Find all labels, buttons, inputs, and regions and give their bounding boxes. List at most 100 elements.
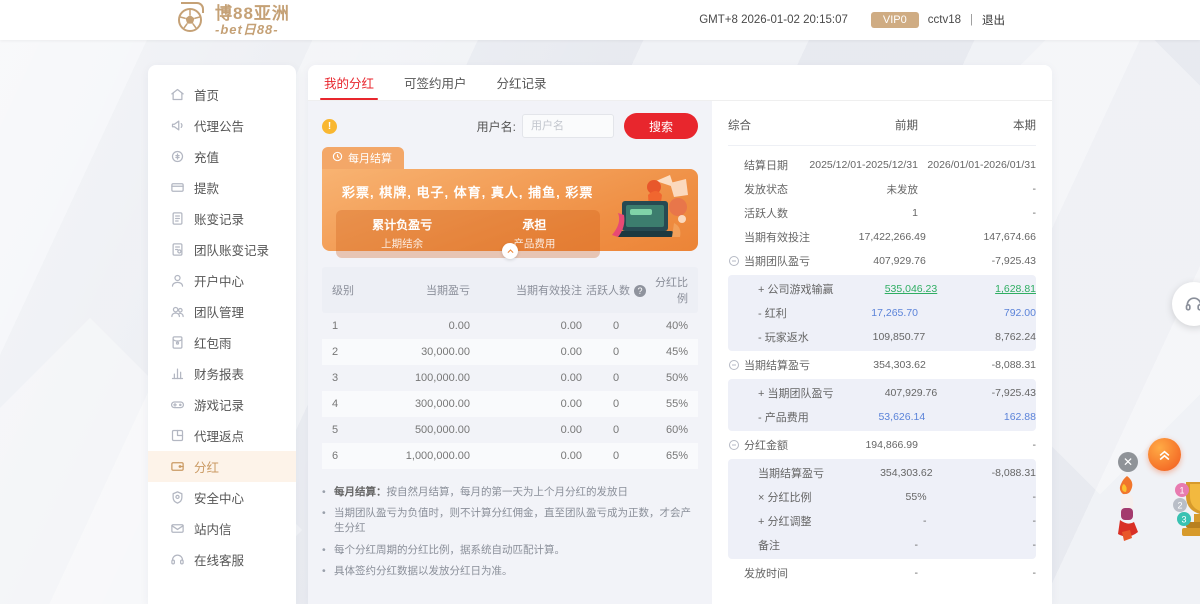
sidebar-item-deposit[interactable]: 充值 bbox=[148, 141, 296, 172]
panel-rows: 结算日期 2025/12/01-2025/12/31 2026/01/01-2026… bbox=[728, 153, 1036, 585]
sidebar-item-game-records[interactable]: 游戏记录 bbox=[148, 389, 296, 420]
sidebar-item-team-manage[interactable]: 团队管理 bbox=[148, 296, 296, 327]
panel-row-label: 当期有效投注 bbox=[744, 232, 810, 244]
sidebar-item-account-center[interactable]: 开户中心 bbox=[148, 265, 296, 296]
username-input[interactable] bbox=[522, 114, 614, 138]
collapse-minus-icon[interactable] bbox=[728, 255, 740, 267]
panel-row-label: 结算日期 bbox=[744, 160, 788, 172]
tier-cell: 0.00 bbox=[560, 398, 582, 410]
warning-icon[interactable]: ! bbox=[322, 118, 337, 134]
tab-dividend-records[interactable]: 分红记录 bbox=[497, 65, 547, 100]
tab-bar: 我的分红 可签约用户 分红记录 bbox=[308, 65, 1052, 101]
trophy-rank-3: 3 bbox=[1181, 515, 1186, 525]
tier-cell: 5 bbox=[332, 424, 339, 436]
sidebar-item-label: 游戏记录 bbox=[194, 399, 245, 413]
collapse-minus-icon[interactable] bbox=[728, 359, 740, 371]
banner-cell-right: 承担 产品费用 bbox=[468, 216, 600, 251]
sidebar-item-inbox[interactable]: 站内信 bbox=[148, 513, 296, 544]
panel-row: 结算日期 2025/12/01-2025/12/31 2026/01/01-2026… bbox=[728, 153, 1036, 177]
tier-cell: 0.00 bbox=[448, 320, 470, 332]
online-support-icon bbox=[170, 552, 185, 567]
tier-cell: 0.00 bbox=[560, 320, 582, 332]
sidebar-item-security-center[interactable]: 安全中心 bbox=[148, 482, 296, 513]
panel-value-cur: -7,925.43 bbox=[991, 255, 1036, 267]
sidebar-item-label: 充值 bbox=[194, 151, 220, 165]
content-body: ! 用户名: 搜索 每月结算 bbox=[308, 101, 1052, 604]
site-logo[interactable]: 博88亚洲 -bet日88- bbox=[175, 1, 290, 40]
sidebar-item-finance-report[interactable]: 财务报表 bbox=[148, 358, 296, 389]
tier-cell: 0 bbox=[612, 398, 620, 410]
banner-left-title: 累计负盈亏 bbox=[372, 218, 433, 232]
note-text: 具体签约分红数据以发放分红日为准。 bbox=[334, 564, 513, 577]
sidebar-item-account-records[interactable]: 账变记录 bbox=[148, 203, 296, 234]
back-to-top-button[interactable] bbox=[1148, 438, 1181, 471]
panel-row: - 产品费用 53,626.14 162.88 bbox=[728, 405, 1036, 429]
tier-cell: 0.00 bbox=[560, 450, 582, 462]
promo-trophy-icon[interactable]: 1 2 3 bbox=[1172, 478, 1200, 545]
panel-value-prev: 407,929.76 bbox=[873, 255, 926, 267]
dividend-tier-table: 级别 当期盈亏 当期有效投注 活跃人数? 分红比例 1 0.00 0.00 0 40% 2 30,00… bbox=[322, 267, 698, 469]
sidebar-item-withdraw[interactable]: 提款 bbox=[148, 172, 296, 203]
panel-row: 分红金额 194,866.99 - bbox=[728, 433, 1036, 457]
help-icon[interactable]: ? bbox=[634, 285, 646, 298]
search-button[interactable]: 搜索 bbox=[624, 113, 698, 139]
panel-value-prev[interactable]: 535,046.23 bbox=[833, 283, 938, 295]
collapse-minus-icon[interactable] bbox=[728, 439, 740, 451]
tab-my-dividend[interactable]: 我的分红 bbox=[319, 65, 379, 100]
panel-row-label: + 当期团队盈亏 bbox=[758, 388, 834, 400]
tier-table-header: 级别 当期盈亏 当期有效投注 活跃人数? 分红比例 bbox=[322, 267, 698, 313]
monthly-settlement-banner: 每月结算 彩票, 棋牌, 电子, 体育, 真人, 捕鱼, 彩票 累计负盈亏 上期… bbox=[322, 147, 698, 259]
panel-row: 当期结算盈亏 354,303.62 -8,088.31 bbox=[728, 461, 1036, 485]
panel-value-prev: 109,850.77 bbox=[872, 331, 926, 343]
finance-report-icon bbox=[170, 366, 185, 381]
agent-notice-icon bbox=[170, 118, 185, 133]
panel-value-cur: - bbox=[1032, 515, 1037, 527]
sidebar-item-agent-rebate[interactable]: 代理返点 bbox=[148, 420, 296, 451]
panel-row-label: 发放时间 bbox=[744, 568, 788, 580]
banner-cell-left: 累计负盈亏 上期结余 bbox=[336, 216, 468, 251]
panel-value-cur: 147,674.66 bbox=[983, 231, 1036, 243]
red-packet-icon bbox=[170, 335, 185, 350]
note-bold-prefix: 每月结算： bbox=[334, 486, 387, 498]
sidebar-item-red-packet[interactable]: 红包雨 bbox=[148, 327, 296, 358]
panel-col-prev: 前期 bbox=[895, 120, 918, 132]
panel-value-cur: -8,088.31 bbox=[991, 359, 1036, 371]
tier-col-header: 分红比例 bbox=[655, 277, 688, 305]
tier-cell: 0.00 bbox=[560, 346, 582, 358]
sidebar-item-home[interactable]: 首页 bbox=[148, 79, 296, 110]
tier-cell: 1 bbox=[332, 320, 339, 332]
panel-row-label: + 分红调整 bbox=[758, 516, 812, 528]
tier-table-row: 2 30,000.00 0.00 0 45% bbox=[322, 339, 698, 365]
security-center-icon bbox=[170, 490, 185, 505]
logout-link[interactable]: 退出 bbox=[982, 12, 1005, 28]
panel-value-prev: 194,866.99 bbox=[865, 439, 918, 451]
panel-col-label: 综合 bbox=[728, 120, 751, 132]
logo-line1: 博88亚洲 bbox=[215, 3, 290, 23]
home-icon bbox=[170, 87, 185, 102]
promo-mascot-icon[interactable] bbox=[1108, 474, 1146, 555]
close-promo-button[interactable]: ✕ bbox=[1118, 452, 1138, 472]
sidebar-item-online-support[interactable]: 在线客服 bbox=[148, 544, 296, 575]
tab-signable-users[interactable]: 可签约用户 bbox=[404, 65, 467, 100]
tier-cell: 0.00 bbox=[560, 372, 582, 384]
tier-col-header-text: 活跃人数 bbox=[586, 285, 630, 297]
banner-collapse-toggle[interactable] bbox=[502, 243, 518, 259]
account-center-icon bbox=[170, 273, 185, 288]
tier-col-header: 当期盈亏 bbox=[426, 285, 470, 297]
dividend-summary-panel: 综合 前期 本期 结算日期 2025/12/01-2025/12/31 2026/0… bbox=[712, 101, 1052, 604]
panel-value-cur[interactable]: 1,628.81 bbox=[937, 283, 1036, 295]
page-background: 博88亚洲 -bet日88- GMT+8 2026-01-02 20:15:07… bbox=[0, 0, 1200, 604]
banner-body: 彩票, 棋牌, 电子, 体育, 真人, 捕鱼, 彩票 累计负盈亏 上期结余 承担… bbox=[322, 169, 698, 259]
panel-row: 当期有效投注 17,422,266.49 147,674.66 bbox=[728, 225, 1036, 249]
panel-row-label: 当期结算盈亏 bbox=[758, 468, 824, 480]
tier-cell: 300,000.00 bbox=[414, 398, 470, 410]
panel-col-cur: 本期 bbox=[1013, 120, 1036, 132]
sidebar-item-dividend[interactable]: 分红 bbox=[148, 451, 296, 482]
dividend-notes: 每月结算：按自然月结算，每月的第一天为上个月分红的发放日当期团队盈亏为负值时，则… bbox=[322, 482, 698, 582]
panel-sub-block: + 当期团队盈亏 407,929.76 -7,925.43 - 产品费用 53,626.… bbox=[728, 379, 1036, 431]
sidebar-item-label: 红包雨 bbox=[194, 337, 232, 351]
sidebar-item-label: 首页 bbox=[194, 89, 220, 103]
sidebar-item-agent-notice[interactable]: 代理公告 bbox=[148, 110, 296, 141]
sidebar-item-team-records[interactable]: 团队账变记录 bbox=[148, 234, 296, 265]
header-username[interactable]: cctv18 bbox=[928, 14, 961, 26]
